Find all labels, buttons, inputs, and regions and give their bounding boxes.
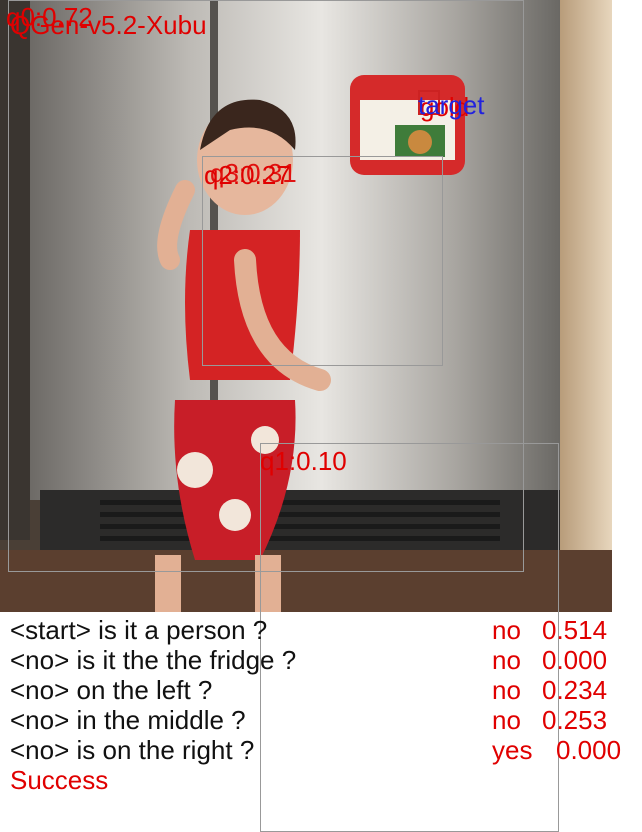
question-text: <no> on the left ? [10, 675, 213, 705]
dialogue-row: <start> is it a person ? no 0.514 [10, 615, 630, 645]
score-text: 0.234 [542, 675, 608, 705]
question-text: <no> is on the right ? [10, 735, 255, 765]
answer-text: no [492, 675, 521, 705]
dialogue-row: <no> is on the right ? yes 0.000 [10, 735, 630, 765]
score-text: 0.514 [542, 615, 608, 645]
answer-text: no [492, 645, 521, 675]
label-q3: q3:0.31 [210, 158, 297, 188]
score-text: 0.000 [542, 645, 608, 675]
dialogue-row: <no> in the middle ? no 0.253 [10, 705, 630, 735]
question-text: <start> is it a person ? [10, 615, 268, 645]
label-target: target [418, 90, 485, 120]
score-text: 0.253 [542, 705, 608, 735]
question-text: <no> in the middle ? [10, 705, 246, 735]
label-q1: q1:0.10 [260, 446, 347, 476]
answer-text: yes [492, 735, 533, 765]
question-text: <no> is it the the fridge ? [10, 645, 297, 675]
score-text: 0.000 [556, 735, 622, 765]
answer-text: no [492, 615, 521, 645]
dialogue-row: <no> is it the the fridge ? no 0.000 [10, 645, 630, 675]
answer-text: no [492, 705, 521, 735]
label-q0: q0:0.72 [6, 2, 93, 32]
result-status: Success [10, 765, 109, 795]
dialogue-row: <no> on the left ? no 0.234 [10, 675, 630, 705]
